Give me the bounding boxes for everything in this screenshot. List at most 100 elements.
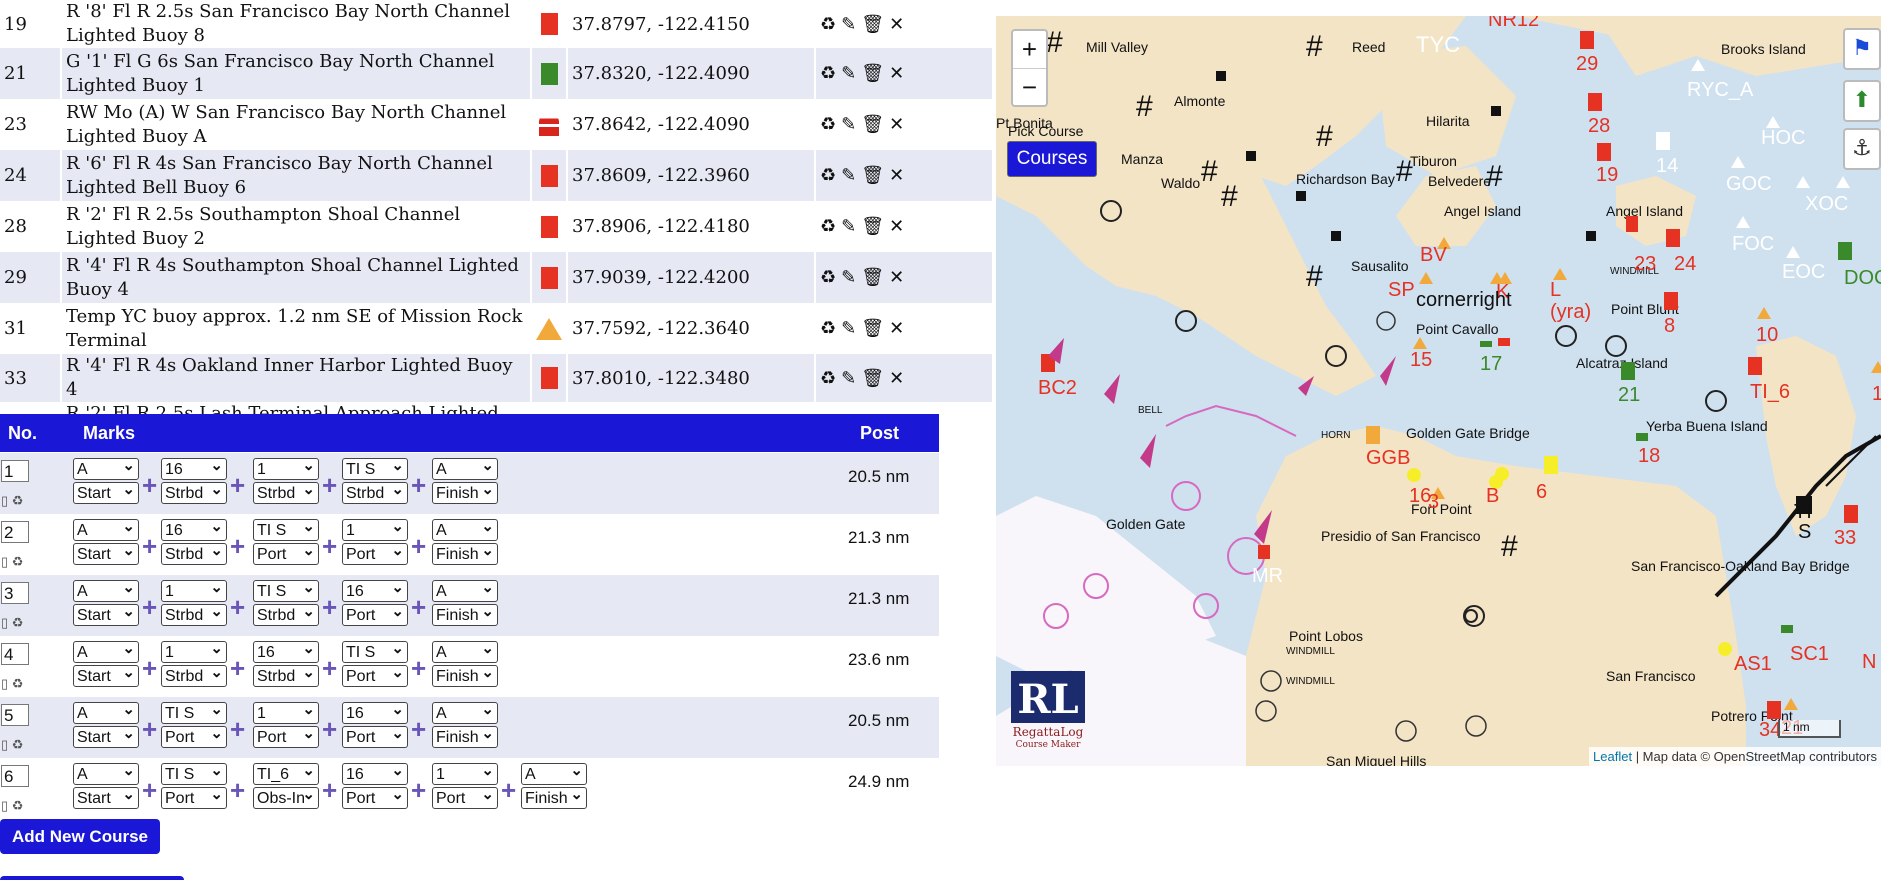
pencil-icon[interactable]: ✎	[841, 165, 858, 186]
pencil-icon[interactable]: ✎	[841, 318, 858, 339]
course-mark-select[interactable]: TI S	[253, 519, 319, 541]
courses-button[interactable]: Courses	[1007, 141, 1097, 177]
recycle-icon[interactable]: ♻	[12, 493, 24, 508]
course-mark-select[interactable]: 1	[253, 702, 319, 724]
rounding-select[interactable]: Start	[73, 482, 139, 504]
recycle-icon[interactable]: ♻	[820, 318, 838, 339]
trash-icon[interactable]: 🗑	[861, 368, 886, 389]
close-icon[interactable]: ✕	[889, 368, 906, 389]
course-mark-select[interactable]: TI_6	[253, 763, 319, 785]
add-new-course-button[interactable]: Add New Course	[0, 819, 160, 854]
rounding-select[interactable]: Strbd	[253, 604, 319, 626]
recycle-icon[interactable]: ♻	[820, 114, 838, 135]
course-mark-select[interactable]: TI S	[342, 641, 408, 663]
course-mark-select[interactable]: 16	[161, 519, 227, 541]
pencil-icon[interactable]: ✎	[841, 14, 858, 35]
course-mark-select[interactable]: A	[432, 641, 498, 663]
rounding-select[interactable]: Start	[73, 543, 139, 565]
nautical-chart[interactable]: # ### ### # ## Mill Valley Reed Almonte Hi…	[996, 16, 1881, 766]
recycle-icon[interactable]: ♻	[12, 554, 24, 569]
course-mark-select[interactable]: TI S	[161, 702, 227, 724]
rounding-select[interactable]: Obs-In	[253, 787, 319, 809]
rounding-select[interactable]: Start	[73, 726, 139, 748]
rounding-select[interactable]: Start	[73, 665, 139, 687]
course-mark-select[interactable]: TI S	[253, 580, 319, 602]
rounding-select[interactable]: Port	[342, 543, 408, 565]
course-mark-select[interactable]: A	[73, 641, 139, 663]
recycle-icon[interactable]: ♻	[820, 368, 838, 389]
close-icon[interactable]: ✕	[889, 267, 906, 288]
course-mark-select[interactable]: A	[73, 519, 139, 541]
recycle-icon[interactable]: ♻	[820, 14, 838, 35]
rounding-select[interactable]: Finish	[432, 482, 498, 504]
rounding-select[interactable]: Port	[342, 787, 408, 809]
course-mark-select[interactable]: A	[73, 702, 139, 724]
rounding-select[interactable]: Finish	[432, 604, 498, 626]
course-mark-select[interactable]: TI S	[161, 763, 227, 785]
leaflet-link[interactable]: Leaflet	[1593, 749, 1632, 764]
rounding-select[interactable]: Port	[432, 787, 498, 809]
course-number-input[interactable]: 6	[1, 765, 29, 787]
pencil-icon[interactable]: ✎	[841, 368, 858, 389]
rounding-select[interactable]: Start	[73, 787, 139, 809]
course-mark-select[interactable]: A	[521, 763, 587, 785]
trash-icon[interactable]: ▯	[1, 493, 8, 508]
rounding-select[interactable]: Finish	[432, 726, 498, 748]
recycle-icon[interactable]: ♻	[12, 676, 24, 691]
recycle-icon[interactable]: ♻	[820, 63, 838, 84]
trash-icon[interactable]: 🗑	[861, 63, 886, 84]
trash-icon[interactable]: 🗑	[861, 14, 886, 35]
recycle-icon[interactable]: ♻	[820, 216, 838, 237]
trash-icon[interactable]: 🗑	[861, 216, 886, 237]
course-mark-select[interactable]: A	[432, 458, 498, 480]
rounding-select[interactable]: Finish	[432, 543, 498, 565]
close-icon[interactable]: ✕	[889, 318, 906, 339]
course-mark-select[interactable]: A	[432, 702, 498, 724]
trash-icon[interactable]: ▯	[1, 554, 8, 569]
secondary-button[interactable]	[0, 876, 184, 880]
trash-icon[interactable]: 🗑	[861, 165, 886, 186]
rounding-select[interactable]: Start	[73, 604, 139, 626]
course-mark-select[interactable]: 1	[342, 519, 408, 541]
pencil-icon[interactable]: ✎	[841, 114, 858, 135]
course-number-input[interactable]: 2	[1, 521, 29, 543]
rounding-select[interactable]: Port	[342, 726, 408, 748]
rounding-select[interactable]: Port	[253, 543, 319, 565]
close-icon[interactable]: ✕	[889, 114, 906, 135]
course-mark-select[interactable]: TI S	[342, 458, 408, 480]
trash-icon[interactable]: 🗑	[861, 267, 886, 288]
close-icon[interactable]: ✕	[889, 165, 906, 186]
rounding-select[interactable]: Port	[342, 665, 408, 687]
recycle-icon[interactable]: ♻	[12, 737, 24, 752]
rounding-select[interactable]: Port	[253, 726, 319, 748]
course-mark-select[interactable]: 16	[253, 641, 319, 663]
recycle-icon[interactable]: ♻	[820, 267, 838, 288]
course-number-input[interactable]: 4	[1, 643, 29, 665]
rounding-select[interactable]: Port	[161, 726, 227, 748]
rounding-select[interactable]: Strbd	[253, 482, 319, 504]
course-mark-select[interactable]: A	[432, 519, 498, 541]
rounding-select[interactable]: Strbd	[253, 665, 319, 687]
rounding-select[interactable]: Port	[342, 604, 408, 626]
rounding-select[interactable]: Strbd	[161, 482, 227, 504]
trash-icon[interactable]: ▯	[1, 615, 8, 630]
zoom-in-button[interactable]: +	[1013, 31, 1046, 69]
course-mark-select[interactable]: 1	[161, 641, 227, 663]
course-mark-select[interactable]: 16	[342, 702, 408, 724]
course-number-input[interactable]: 3	[1, 582, 29, 604]
course-mark-select[interactable]: 1	[253, 458, 319, 480]
rounding-select[interactable]: Strbd	[161, 543, 227, 565]
anchor-button[interactable]: ⚓	[1843, 128, 1881, 170]
trash-icon[interactable]: 🗑	[861, 114, 886, 135]
trash-icon[interactable]: 🗑	[861, 318, 886, 339]
recycle-icon[interactable]: ♻	[12, 615, 24, 630]
close-icon[interactable]: ✕	[889, 14, 906, 35]
course-mark-select[interactable]: A	[432, 580, 498, 602]
flag-button[interactable]: ⚑	[1843, 28, 1881, 70]
course-mark-select[interactable]: 1	[432, 763, 498, 785]
trash-icon[interactable]: ▯	[1, 737, 8, 752]
recycle-icon[interactable]: ♻	[12, 798, 24, 813]
pencil-icon[interactable]: ✎	[841, 63, 858, 84]
course-mark-select[interactable]: A	[73, 580, 139, 602]
rounding-select[interactable]: Strbd	[342, 482, 408, 504]
